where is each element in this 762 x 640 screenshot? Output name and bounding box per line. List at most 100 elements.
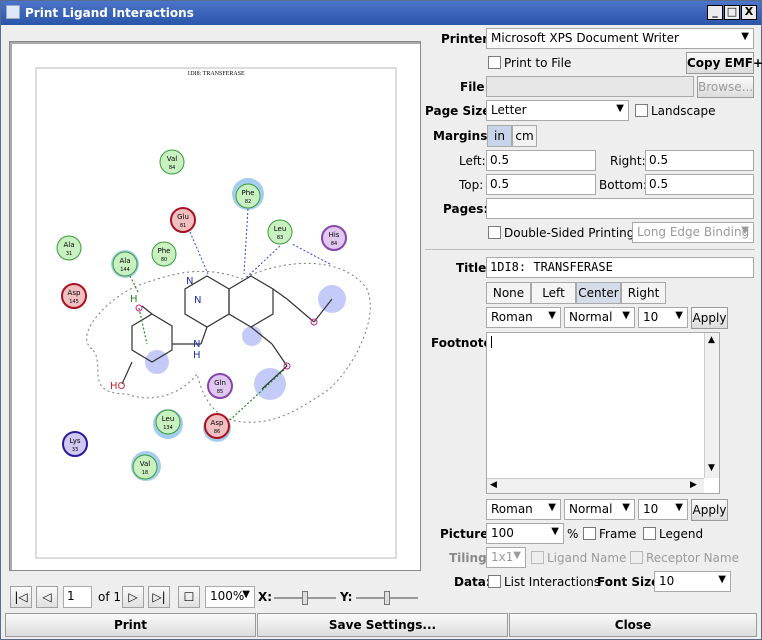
atom-n1: N [186,276,193,287]
title-size-select[interactable]: 10 ▼ [638,307,688,328]
ligand-diagram: 1DI8: TRANSFERASE N N N H HO H Val84Phe8… [35,67,397,559]
ligand-name-checkbox[interactable] [531,551,544,564]
residue-number: 80 [161,257,167,263]
scroll-up-icon[interactable]: ▲ [708,335,715,345]
title-font-select[interactable]: Roman ▼ [486,307,561,328]
last-page-button[interactable]: ▷| [148,586,170,608]
residue-name: Gln [214,379,226,387]
y-slider-handle[interactable] [384,591,390,605]
residue-leu-83: Leu 83 [267,219,293,245]
chevron-down-icon: ▼ [548,310,556,321]
residue-val-18: Val 18 [132,454,158,480]
title-style-value: Normal [569,310,613,324]
residue-number: 31 [66,251,72,257]
picture-unit: % [567,527,579,541]
title-apply-button[interactable]: Apply [691,307,728,329]
title-style-select[interactable]: Normal ▼ [564,307,635,328]
title-field[interactable]: 1DI8: TRANSFERASE [486,257,754,278]
close-button[interactable]: Close [509,613,757,637]
first-page-button[interactable]: |◁ [10,586,32,608]
prev-page-button[interactable]: ◁ [36,586,58,608]
residue-name: Phe [242,189,255,197]
file-field[interactable] [486,76,694,97]
align-right-button[interactable]: Right [621,282,666,304]
footnote-size-select[interactable]: 10 ▼ [638,499,688,520]
list-interactions-checkbox[interactable] [488,575,501,588]
zoom-select[interactable]: 100% ▼ [205,586,255,608]
zoom-value: 100% [210,589,245,603]
page-size-value: Letter [491,103,527,117]
residue-asp-86: Asp 86 [204,413,230,439]
browse-button[interactable]: Browse... [697,76,754,98]
scroll-left-icon[interactable]: ◀ [490,480,497,490]
residue-glu-81: Glu 81 [170,207,196,233]
pages-field[interactable] [486,198,754,219]
printer-value: Microsoft XPS Document Writer [491,31,679,45]
title-font-value: Roman [491,310,533,324]
picture-scale-select[interactable]: 100 ▼ [486,523,564,544]
maximize-button[interactable]: □ [724,5,740,20]
residue-number: 81 [180,223,186,229]
left-margin-label: Left: [459,154,486,168]
footnote-font-select[interactable]: Roman ▼ [486,499,561,520]
residue-number: 134 [163,425,173,431]
legend-label: Legend [659,527,704,541]
footnote-vscrollbar[interactable]: ▲ ▼ [704,333,719,478]
residue-number: 85 [217,389,223,395]
footnote-textarea[interactable]: ▲ ▼ ◀ ▶ [486,332,720,494]
next-page-button[interactable]: ▷ [122,586,144,608]
align-none-button[interactable]: None [486,282,531,304]
printer-select[interactable]: Microsoft XPS Document Writer ▼ [486,28,754,49]
binding-select[interactable]: Long Edge Binding ▼ [632,222,754,243]
print-to-file-checkbox[interactable] [488,56,501,69]
atom-nh: N [193,339,200,350]
divider [425,249,755,250]
fit-page-button[interactable]: ☐ [178,586,200,608]
x-offset-slider[interactable] [274,591,336,605]
page-size-select[interactable]: Letter ▼ [486,100,629,121]
y-offset-slider[interactable] [356,591,418,605]
residue-lys-33: Lys 33 [62,431,88,457]
frame-label: Frame [599,527,637,541]
unit-in-toggle[interactable]: in [487,125,512,147]
list-interactions-label: List Interactions [504,575,601,589]
chevron-down-icon: ▼ [741,225,749,236]
residue-name: Val [140,460,151,468]
unit-cm-toggle[interactable]: cm [512,125,537,147]
footnote-style-select[interactable]: Normal ▼ [564,499,635,520]
right-margin-field[interactable]: 0.5 [645,150,754,171]
minimize-button[interactable]: _ [707,5,723,20]
scroll-right-icon[interactable]: ▶ [690,480,697,490]
footnote-apply-button[interactable]: Apply [691,499,728,521]
x-slider-handle[interactable] [302,591,308,605]
top-margin-field[interactable]: 0.5 [486,174,596,195]
bottom-margin-field[interactable]: 0.5 [645,174,754,195]
tiling-select[interactable]: 1x1 ▼ [486,547,526,568]
page-number-field[interactable]: 1 [63,586,92,608]
left-margin-field[interactable]: 0.5 [486,150,596,171]
receptor-name-checkbox[interactable] [630,551,643,564]
save-settings-button[interactable]: Save Settings... [257,613,508,637]
frame-checkbox[interactable] [583,527,596,540]
double-sided-label: Double-Sided Printing [504,226,635,240]
title-bar: Print Ligand Interactions _ □ X [1,1,761,25]
footnote-hscrollbar[interactable]: ◀ ▶ [487,478,704,493]
ligand-name-label: Ligand Name [547,551,627,565]
atom-h-bond: H [130,294,138,305]
double-sided-checkbox[interactable] [488,226,501,239]
residue-number: 84 [331,241,337,247]
residue-number: 86 [214,429,220,435]
residue-name: Asp [68,289,81,297]
landscape-checkbox[interactable] [635,104,648,117]
print-button[interactable]: Print [5,613,256,637]
align-center-button[interactable]: Center [576,282,621,304]
chevron-down-icon: ▼ [675,502,683,513]
font-size-select[interactable]: 10 ▼ [654,571,731,592]
residue-name: Val [167,155,178,163]
copy-emf-button[interactable]: Copy EMF+ [686,52,762,74]
align-left-button[interactable]: Left [531,282,576,304]
close-window-button[interactable]: X [741,5,757,20]
preview-page: 1DI8: TRANSFERASE N N N H HO H Val 84 Ph… [12,44,420,570]
legend-checkbox[interactable] [643,527,656,540]
scroll-down-icon[interactable]: ▼ [708,463,715,473]
